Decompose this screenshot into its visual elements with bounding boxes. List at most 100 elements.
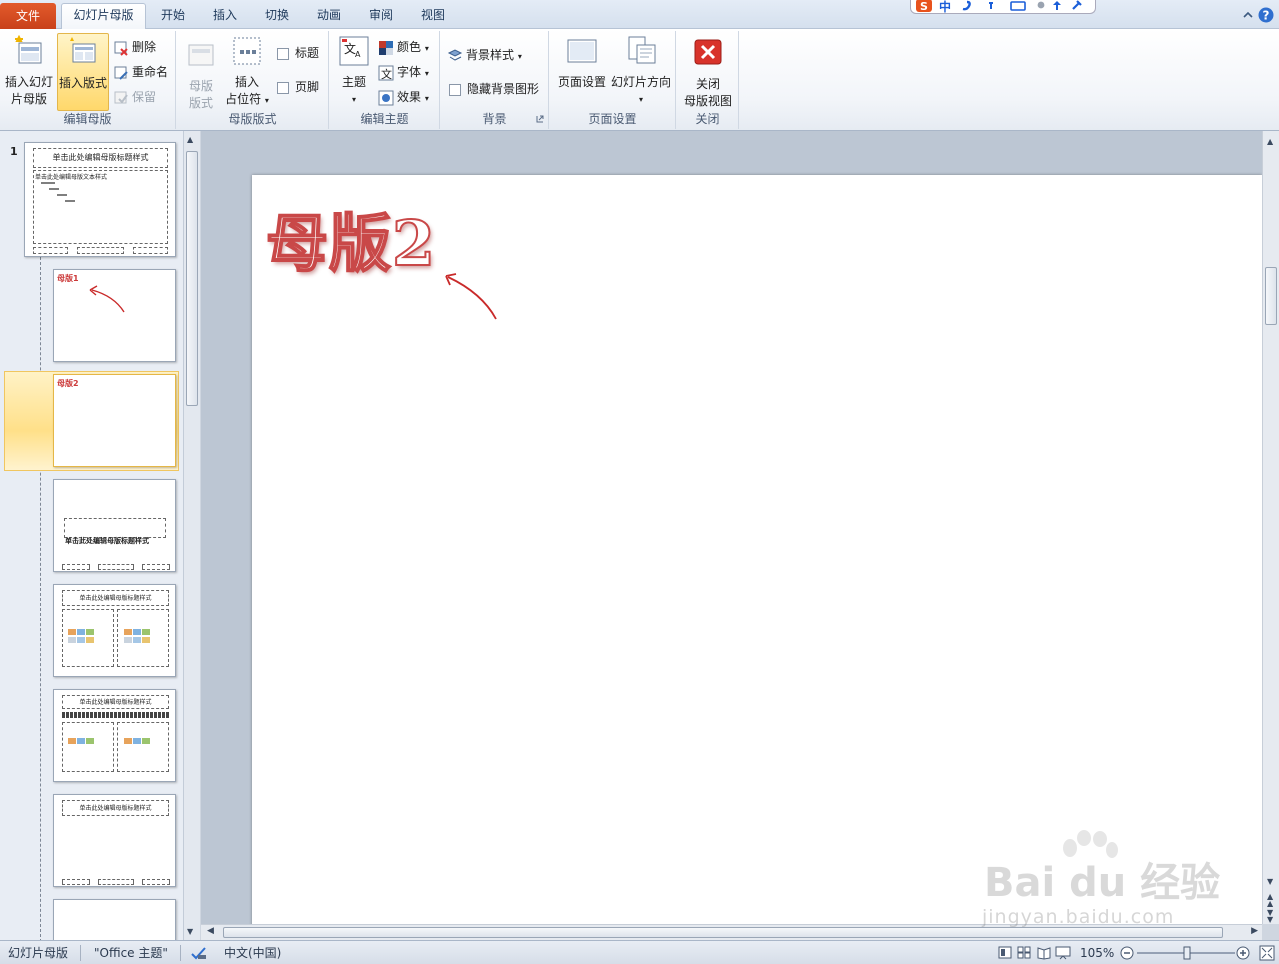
tab-insert[interactable]: 插入	[202, 4, 248, 29]
hide-bg-graphics-box[interactable]	[449, 83, 461, 96]
ribbon-minimize-and-help[interactable]: ?	[1241, 6, 1275, 24]
insert-placeholder-button[interactable]: 插入 占位符 ▾	[223, 35, 271, 109]
tab-animations[interactable]: 动画	[306, 4, 352, 29]
scroll-down-icon[interactable]: ▼	[187, 927, 193, 936]
chevron-down-icon: ▾	[517, 52, 522, 61]
preserve-icon	[114, 91, 128, 104]
chevron-down-icon: ▾	[351, 95, 356, 104]
theme-button[interactable]: 文A 主题 ▾	[336, 35, 372, 108]
layout5-thumb-title: 单击此处编辑母版标题样式	[79, 699, 152, 706]
rename-button[interactable]: 重命名	[113, 62, 168, 82]
footer-checkbox-box[interactable]	[277, 81, 289, 94]
insert-slide-master-label-1: 插入幻灯	[4, 75, 53, 89]
thumbnail-scrollbar[interactable]: ▲ ▼	[183, 131, 200, 940]
footer-checkbox[interactable]: 页脚	[277, 77, 319, 97]
red-arrow-annotation	[89, 285, 125, 313]
watermark-brand: Bai du 经验	[984, 860, 1221, 906]
svg-text:文: 文	[381, 67, 392, 81]
theme-icon: 文A	[339, 36, 369, 66]
preserve-button[interactable]: 保留	[113, 87, 156, 107]
previous-slide-icon[interactable]: ▲ ▲	[1267, 893, 1273, 908]
ime-toolbar[interactable]: S 中	[910, 0, 1096, 14]
dialog-launcher-icon[interactable]	[536, 115, 544, 123]
vertical-scrollbar[interactable]: ▲ ▼ ▲ ▲ ▼ ▼	[1262, 131, 1279, 924]
layout-thumbnail-2[interactable]: 母版2	[53, 374, 176, 467]
slideshow-icon	[1055, 946, 1071, 960]
tab-file[interactable]: 文件	[0, 3, 56, 29]
layout-thumbnail-3[interactable]: 单击此处编辑母版标题样式	[53, 479, 176, 572]
fit-to-window-icon[interactable]	[1259, 945, 1275, 961]
baidu-jingyan-watermark: Bai du 经验 jingyan.baidu.com	[980, 830, 1250, 930]
tab-review[interactable]: 审阅	[358, 4, 404, 29]
layout-thumbnail-1[interactable]: 母版1	[53, 269, 176, 362]
next-slide-icon[interactable]: ▼ ▼	[1267, 909, 1273, 924]
zoom-slider[interactable]	[1119, 945, 1255, 961]
slide-master-thumbnail[interactable]: 单击此处编辑母版标题样式 单击此处编辑母版文本样式	[24, 142, 176, 257]
group-page-setup: 页面设置 幻灯片方向 ▾ 页面设置	[550, 31, 676, 129]
master-layout-button[interactable]: 母版 版式	[181, 39, 221, 112]
status-theme-name[interactable]: "Office 主题"	[94, 944, 168, 962]
theme-label: 主题	[341, 75, 366, 89]
tab-view[interactable]: 视图	[410, 4, 456, 29]
page-setup-button[interactable]: 页面设置	[554, 35, 610, 91]
reading-view-icon	[1037, 947, 1051, 960]
close-master-view-button[interactable]: 关闭 母版视图	[680, 37, 736, 110]
status-separator	[80, 945, 81, 961]
layout6-thumb-title: 单击此处编辑母版标题样式	[79, 805, 152, 812]
chevron-down-icon: ▾	[264, 96, 269, 105]
layout3-thumb-text: 单击此处编辑母版标题样式	[65, 537, 149, 545]
effects-button[interactable]: 效果 ▾	[378, 87, 429, 107]
zoom-slider-thumb	[1183, 946, 1191, 960]
insert-layout-icon	[70, 37, 96, 63]
hide-bg-graphics-checkbox[interactable]: 隐藏背景图形	[449, 79, 539, 99]
vertical-scroll-thumb[interactable]	[1265, 267, 1277, 325]
layout-thumbnail-4[interactable]: 单击此处编辑母版标题样式	[53, 584, 176, 677]
background-styles-button[interactable]: 背景样式 ▾	[447, 45, 522, 65]
thumb-comparison-headers	[62, 712, 169, 718]
status-language[interactable]: 中文(中国)	[224, 944, 281, 962]
help-icon: ?	[1263, 9, 1270, 23]
thumb-date-placeholder	[62, 879, 90, 885]
status-view-name: 幻灯片母版	[8, 946, 69, 960]
chevron-down-icon: ▾	[638, 95, 643, 104]
view-mode-icons[interactable]	[998, 946, 1076, 960]
insert-layout-button[interactable]: 插入版式	[57, 33, 109, 111]
title-checkbox[interactable]: 标题	[277, 43, 319, 63]
group-background: 背景样式 ▾ 隐藏背景图形 背景	[441, 31, 549, 129]
group-label-edit-theme: 编辑主题	[360, 112, 409, 126]
layout-thumbnail-5[interactable]: 单击此处编辑母版标题样式	[53, 689, 176, 782]
insert-placeholder-label-1: 插入	[234, 75, 259, 89]
insert-layout-label: 插入版式	[58, 76, 107, 90]
thumb-number-placeholder	[133, 247, 168, 254]
insert-slide-master-icon	[15, 34, 42, 64]
ime-mode-label[interactable]: 中	[939, 0, 951, 15]
insert-slide-master-label-2: 片母版	[10, 92, 47, 106]
delete-button[interactable]: 删除	[113, 37, 156, 57]
scroll-up-icon[interactable]: ▲	[1267, 137, 1273, 146]
tab-slide-master[interactable]: 幻灯片母版	[61, 3, 146, 29]
tab-home[interactable]: 开始	[150, 4, 196, 29]
tab-transitions[interactable]: 切换	[254, 4, 300, 29]
current-slide-canvas[interactable]: 母版2	[252, 175, 1262, 924]
ribbon-collapse-icon	[1243, 11, 1253, 18]
scroll-left-icon[interactable]: ◀	[207, 926, 214, 936]
slide-title-wordart[interactable]: 母版2	[265, 193, 436, 283]
insert-slide-master-button[interactable]: 插入幻灯 片母版	[3, 34, 55, 108]
thumb-number-placeholder	[142, 879, 170, 885]
master-thumb-body: 单击此处编辑母版文本样式	[35, 174, 108, 181]
fonts-button[interactable]: 文字体 ▾	[378, 62, 429, 82]
layout-thumbnail-7[interactable]	[53, 899, 176, 940]
colors-icon	[379, 40, 393, 55]
zoom-level[interactable]: 105%	[1080, 944, 1114, 962]
spell-check-icon[interactable]	[190, 945, 208, 963]
title-checkbox-box[interactable]	[277, 47, 289, 60]
group-label-master-layout: 母版版式	[228, 112, 277, 126]
scroll-up-icon[interactable]: ▲	[187, 135, 193, 144]
thumbnail-scroll-thumb[interactable]	[186, 151, 198, 406]
colors-button[interactable]: 颜色 ▾	[378, 37, 429, 57]
content-placeholder-icons	[68, 738, 150, 744]
scroll-right-icon[interactable]: ▶	[1251, 926, 1258, 936]
layout-thumbnail-6[interactable]: 单击此处编辑母版标题样式	[53, 794, 176, 887]
scroll-down-icon[interactable]: ▼	[1267, 877, 1273, 886]
slide-orientation-button[interactable]: 幻灯片方向 ▾	[610, 35, 672, 108]
